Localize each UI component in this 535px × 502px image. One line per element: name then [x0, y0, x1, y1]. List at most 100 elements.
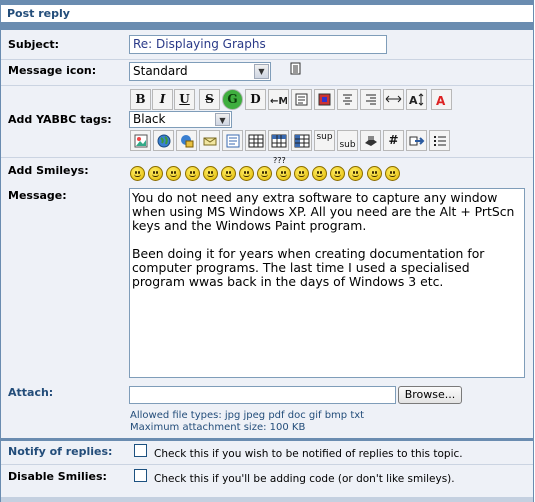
- quote-button[interactable]: [222, 130, 243, 151]
- image-icon: [134, 134, 147, 148]
- move-button[interactable]: ←M: [268, 89, 289, 110]
- row-divider: [1, 59, 533, 60]
- table-column-icon: [294, 134, 309, 148]
- subject-input[interactable]: Re: Displaying Graphs: [129, 35, 387, 54]
- italic-button[interactable]: I: [152, 89, 173, 110]
- list-icon: [433, 136, 446, 146]
- form-title: Post reply: [1, 5, 533, 22]
- center-align-icon: [343, 94, 352, 105]
- svg-text:A: A: [436, 94, 446, 107]
- ftp-icon: [180, 135, 193, 148]
- underline-button[interactable]: U: [174, 89, 195, 110]
- font-size-icon: A: [409, 93, 424, 107]
- subscript-icon: sub: [339, 140, 356, 150]
- message-paragraph-2: Been doing it for years when creating do…: [132, 246, 485, 289]
- shadow-button[interactable]: D: [245, 89, 266, 110]
- center-align-button[interactable]: [337, 89, 358, 110]
- row-divider: [1, 157, 533, 158]
- attach-label: Attach:: [8, 386, 54, 399]
- bold-button[interactable]: B: [130, 89, 151, 110]
- smiley-icon[interactable]: [202, 166, 218, 181]
- bottom-strip: [1, 497, 533, 502]
- message-icon-select[interactable]: Standard ▼: [129, 62, 271, 81]
- image-button[interactable]: [130, 130, 151, 151]
- svg-text:←M: ←M: [270, 96, 287, 107]
- table-row-icon: [271, 134, 286, 148]
- horizontal-rule-icon: [385, 95, 402, 103]
- smiley-icon[interactable]: [130, 166, 145, 181]
- allowed-file-types: Allowed file types: jpg jpeg pdf doc gif…: [130, 410, 365, 421]
- max-attachment-size: Maximum attachment size: 100 KB: [130, 422, 306, 433]
- hash-icon: #: [388, 133, 399, 147]
- flash-button[interactable]: [314, 89, 335, 110]
- smiley-icon[interactable]: [293, 166, 309, 181]
- shadow-icon: D: [250, 92, 261, 106]
- url-button[interactable]: [153, 130, 174, 151]
- table-row-button[interactable]: [268, 130, 289, 151]
- browse-button[interactable]: Browse...: [398, 386, 462, 404]
- row-divider: [1, 85, 533, 86]
- notify-checkbox[interactable]: [134, 444, 147, 457]
- table-button[interactable]: [245, 130, 266, 151]
- table-column-button[interactable]: [291, 130, 312, 151]
- bold-icon: B: [135, 92, 146, 106]
- post-reply-form: Post reply Subject: Re: Displaying Graph…: [0, 0, 534, 502]
- rolleyes-text: ???: [273, 156, 286, 165]
- subscript-button[interactable]: sub: [337, 130, 358, 151]
- strikethrough-icon: S: [205, 92, 214, 106]
- table-icon: [248, 134, 263, 148]
- svg-text:A: A: [409, 94, 418, 107]
- right-align-button[interactable]: [360, 89, 381, 110]
- message-textarea[interactable]: You do not need any extra software to ca…: [129, 188, 525, 378]
- quote-icon: [226, 134, 239, 148]
- yabbc-label: Add YABBC tags:: [8, 113, 112, 126]
- message-icon-label: Message icon:: [8, 64, 97, 77]
- email-button[interactable]: [199, 130, 220, 151]
- disable-smilies-description: Check this if you'll be adding code (or …: [154, 473, 455, 485]
- notify-description: Check this if you wish to be notified of…: [154, 448, 463, 460]
- smiley-icon[interactable]: [312, 166, 327, 181]
- smiley-icon[interactable]: [384, 166, 400, 181]
- message-label: Message:: [8, 189, 67, 202]
- teletype-icon: [364, 136, 377, 146]
- globe-icon: [157, 134, 170, 148]
- font-size-button[interactable]: A: [406, 89, 427, 110]
- attach-file-input[interactable]: [129, 386, 396, 404]
- subject-label: Subject:: [8, 38, 60, 51]
- row-divider: [1, 464, 533, 465]
- superscript-button[interactable]: sup: [314, 130, 335, 151]
- chevron-down-icon: ▼: [215, 113, 230, 126]
- move-icon: ←M: [270, 96, 287, 107]
- horizontal-rule-button[interactable]: [383, 89, 404, 110]
- superscript-icon: sup: [316, 132, 333, 142]
- smiley-icon[interactable]: [221, 166, 236, 181]
- document-icon: [290, 62, 301, 75]
- font-face-icon: A: [436, 94, 446, 107]
- italic-icon: I: [159, 92, 166, 106]
- font-face-button[interactable]: A: [431, 89, 452, 110]
- list-button[interactable]: [429, 130, 450, 151]
- ftp-button[interactable]: [176, 130, 197, 151]
- strikethrough-button[interactable]: S: [199, 89, 220, 110]
- notify-label: Notify of replies:: [8, 445, 113, 458]
- smileys-label: Add Smileys:: [8, 164, 89, 177]
- teletype-button[interactable]: [360, 130, 381, 151]
- title-divider: [1, 22, 533, 30]
- email-icon: [203, 137, 216, 146]
- code-button[interactable]: #: [383, 130, 404, 151]
- disable-smilies-checkbox[interactable]: [134, 469, 147, 482]
- smiley-icon[interactable]: [184, 166, 200, 181]
- smiley-icon[interactable]: [366, 166, 382, 181]
- chevron-down-icon: ▼: [254, 64, 269, 79]
- underline-icon: U: [179, 92, 190, 106]
- smiley-icon[interactable]: [275, 166, 291, 181]
- pre-button[interactable]: [291, 89, 312, 110]
- indent-button[interactable]: [406, 130, 427, 151]
- color-select[interactable]: Black ▼: [129, 111, 232, 128]
- color-select-value: Black: [133, 112, 166, 126]
- indent-icon: [409, 136, 424, 146]
- glow-button[interactable]: G: [222, 89, 243, 110]
- disable-smilies-label: Disable Smilies:: [8, 470, 107, 483]
- subject-value: Re: Displaying Graphs: [133, 37, 266, 51]
- flash-icon: [318, 93, 331, 106]
